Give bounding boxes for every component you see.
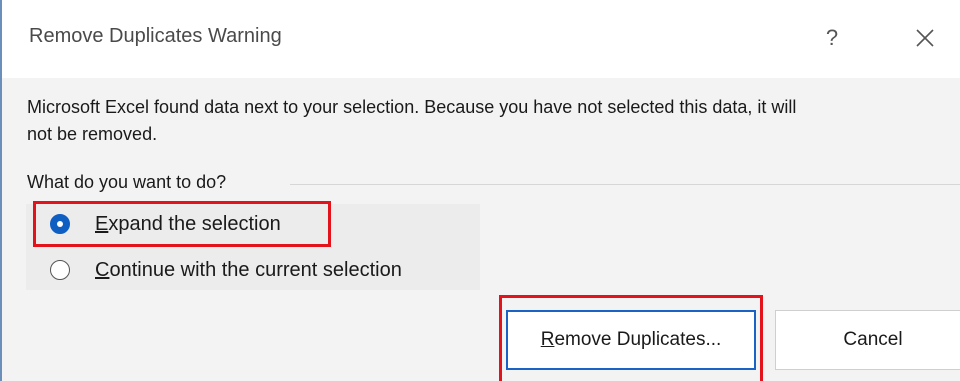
radio-unchecked-icon[interactable]: [50, 260, 70, 280]
remove-duplicates-button[interactable]: Remove Duplicates...: [506, 310, 756, 370]
radio-checked-icon[interactable]: [50, 214, 70, 234]
help-button[interactable]: ?: [814, 20, 850, 56]
remove-duplicates-dialog: Remove Duplicates Warning ? Microsoft Ex…: [0, 0, 960, 381]
cancel-button[interactable]: Cancel: [775, 310, 960, 370]
button-label: emove Duplicates...: [554, 329, 722, 350]
label-text: ontinue with the current selection: [109, 258, 402, 281]
close-button[interactable]: [905, 20, 945, 56]
radio-continue-label: Continue with the current selection: [95, 259, 402, 282]
title-bar: Remove Duplicates Warning ?: [2, 0, 960, 78]
radio-expand-label: Expand the selection: [95, 213, 281, 236]
message-line-2: not be removed.: [27, 124, 158, 144]
radio-expand-selection[interactable]: Expand the selection: [50, 209, 281, 239]
message-line-1: Microsoft Excel found data next to your …: [27, 97, 797, 117]
options-group-label: What do you want to do?: [27, 172, 227, 192]
accelerator-key: R: [540, 329, 555, 350]
accelerator-key: E: [95, 212, 109, 235]
group-divider: [290, 184, 960, 185]
accelerator-key: C: [95, 258, 110, 281]
close-icon: [916, 29, 934, 47]
radio-continue-current-selection[interactable]: Continue with the current selection: [50, 255, 402, 285]
warning-message: Microsoft Excel found data next to your …: [27, 94, 960, 148]
label-text: xpand the selection: [108, 212, 281, 235]
dialog-title: Remove Duplicates Warning: [29, 25, 282, 47]
